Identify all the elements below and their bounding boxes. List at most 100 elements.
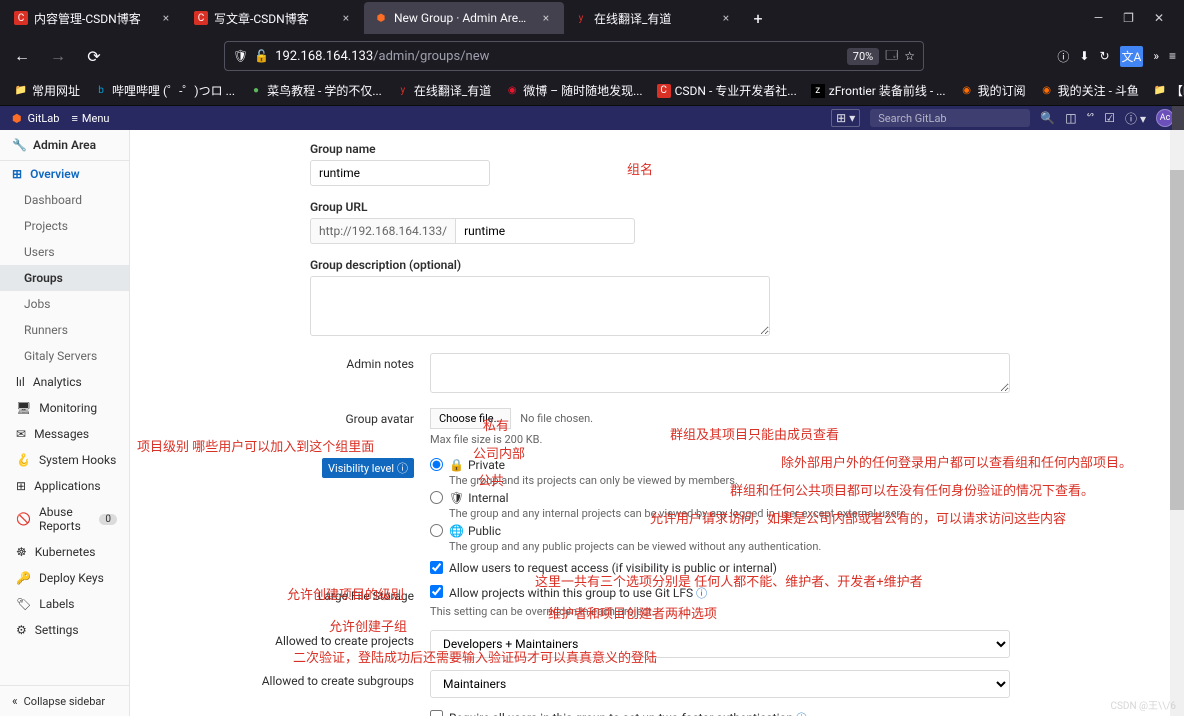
info-icon[interactable]: ⓘ (796, 712, 807, 716)
annotation: 组名 (627, 159, 653, 178)
annotation: 公司内部 (473, 443, 525, 462)
new-tab-button[interactable]: + (744, 4, 772, 32)
group-url-input[interactable] (455, 218, 635, 244)
search-input[interactable] (870, 109, 1030, 127)
sidebar-kubernetes[interactable]: ☸Kubernetes (0, 539, 129, 565)
message-icon: ✉ (16, 427, 26, 441)
sidebar-settings[interactable]: ⚙Settings (0, 617, 129, 643)
site-icon: y (396, 84, 410, 98)
bookmark-subscribe[interactable]: ◉我的订阅 (954, 78, 1032, 103)
visibility-private-radio[interactable] (430, 458, 443, 471)
annotation: 允许创建子组 (329, 616, 407, 635)
scrollbar-thumb[interactable] (1170, 170, 1184, 510)
translate-icon[interactable]: 🗔 (885, 46, 898, 67)
annotation: 允许用户请求访问，如果是公司内部或者公有的，可以请求访问这些内容 (650, 508, 1066, 527)
sidebar-applications[interactable]: ⊞Applications (0, 473, 129, 499)
sidebar-overview[interactable]: ⊞ Overview (0, 161, 129, 187)
help-icon[interactable]: ⓘ ▾ (1125, 110, 1146, 127)
search-icon[interactable]: 🔍 (1040, 111, 1055, 125)
scrollbar[interactable] (1170, 130, 1184, 716)
sidebar-gitaly[interactable]: Gitaly Servers (0, 343, 129, 369)
tab-youdao[interactable]: y 在线翻译_有道 × (564, 2, 744, 34)
toolbar-icons: ⓘ ⬇ ↻ 文A » ≡ (1057, 46, 1176, 67)
admin-notes-input[interactable] (430, 353, 1010, 393)
todo-icon[interactable]: ☑ (1104, 111, 1115, 125)
close-icon[interactable]: × (718, 10, 734, 26)
sidebar-labels[interactable]: 🏷Labels (0, 591, 129, 617)
tab-csdn-content[interactable]: C 内容管理-CSDN博客 × (4, 2, 184, 34)
tab-csdn-write[interactable]: C 写文章-CSDN博客 × (184, 2, 364, 34)
bookmark-runoob[interactable]: ●菜鸟教程 - 学的不仅... (243, 78, 388, 103)
twofa-checkbox[interactable] (430, 710, 443, 716)
translate-ext-icon[interactable]: 文A (1120, 46, 1144, 67)
public-desc: The group and any public projects can be… (449, 540, 1030, 553)
sidebar-jobs[interactable]: Jobs (0, 291, 129, 317)
lfs-desc: This setting can be overridden in each p… (430, 605, 1030, 618)
shield-icon[interactable]: 🛡 (233, 49, 248, 63)
collapse-sidebar[interactable]: « Collapse sidebar (0, 685, 129, 716)
visibility-internal-radio[interactable] (430, 491, 443, 504)
site-icon: ● (249, 84, 263, 98)
menu-icon[interactable]: ≡ (1169, 49, 1176, 63)
info-icon[interactable]: ⓘ (397, 460, 408, 476)
back-button[interactable]: ← (8, 42, 36, 70)
lock-icon[interactable]: 🔓 (254, 49, 269, 63)
zoom-level[interactable]: 70% (847, 48, 879, 65)
mini-scrollbar[interactable] (1172, 106, 1184, 130)
overflow-icon[interactable]: » (1153, 49, 1159, 63)
bookmark-star-icon[interactable]: ☆ (904, 49, 915, 63)
close-icon[interactable]: × (158, 10, 174, 26)
group-name-input[interactable] (310, 160, 490, 186)
annotation: 维护者和项目创建者两种选项 (548, 603, 717, 622)
address-bar: ← → ⟳ 🛡 🔓 192.168.164.133/admin/groups/n… (0, 36, 1184, 76)
bookmark-douyu[interactable]: ◉我的关注 - 斗鱼 (1034, 78, 1145, 103)
merge-icon[interactable]: ᔥ (1087, 111, 1095, 125)
group-desc-input[interactable] (310, 276, 770, 336)
gitlab-logo[interactable]: ⬢ GitLab (12, 112, 59, 125)
sidebar-messages[interactable]: ✉Messages (0, 421, 129, 447)
history-icon[interactable]: ↻ (1099, 49, 1109, 63)
abuse-icon: 🚫 (16, 512, 31, 526)
forward-button[interactable]: → (44, 42, 72, 70)
bookmark-youdao[interactable]: y在线翻译_有道 (390, 78, 497, 103)
url-prefix: http://192.168.164.133/ (310, 218, 455, 244)
lfs-checkbox[interactable] (430, 585, 443, 598)
sidebar-hooks[interactable]: 🪝System Hooks (0, 447, 129, 473)
bookmark-csdn[interactable]: CCSDN - 专业开发者社... (651, 78, 803, 103)
sidebar-runners[interactable]: Runners (0, 317, 129, 343)
close-window-button[interactable]: ✕ (1154, 11, 1164, 25)
sidebar-deploy-keys[interactable]: 🔑Deploy Keys (0, 565, 129, 591)
gitlab-menu[interactable]: ≡ Menu (71, 112, 109, 125)
watermark: CSDN @王\\/6 (1110, 697, 1176, 712)
sidebar-analytics[interactable]: lılAnalytics (0, 369, 129, 395)
extension-icon[interactable]: ⬇ (1079, 49, 1089, 63)
reload-button[interactable]: ⟳ (80, 42, 108, 70)
visibility-public-radio[interactable] (430, 524, 443, 537)
sidebar-monitoring[interactable]: 🖥Monitoring (0, 395, 129, 421)
info-icon[interactable]: ⓘ (1057, 48, 1069, 65)
allowed-subgroups-select[interactable]: Maintainers (430, 670, 1010, 698)
bookmark-linux[interactable]: 📁【Linux三剑客】下架... (1147, 78, 1184, 103)
sidebar-abuse[interactable]: 🚫Abuse Reports0 (0, 499, 129, 539)
allow-request-checkbox[interactable] (430, 561, 443, 574)
sidebar-admin-area[interactable]: 🔧 Admin Area (0, 130, 129, 161)
close-icon[interactable]: × (538, 10, 554, 26)
minimize-button[interactable]: — (1094, 11, 1103, 25)
bookmark-bilibili[interactable]: b哔哩哔哩 (゜-゜)つロ ... (88, 78, 241, 103)
tab-gitlab-active[interactable]: ⬢ New Group · Admin Area · Gi × (364, 2, 564, 34)
close-icon[interactable]: × (338, 10, 354, 26)
bookmarks-bar: 📁常用网址 b哔哩哔哩 (゜-゜)つロ ... ●菜鸟教程 - 学的不仅... … (0, 76, 1184, 106)
sidebar-projects[interactable]: Projects (0, 213, 129, 239)
maximize-button[interactable]: ❐ (1123, 11, 1134, 25)
sidebar-dashboard[interactable]: Dashboard (0, 187, 129, 213)
bookmark-weibo[interactable]: ◉微博 – 随时随地发现... (499, 78, 648, 103)
annotation: 群组及其项目只能由成员查看 (670, 424, 839, 443)
url-bar[interactable]: 🛡 🔓 192.168.164.133/admin/groups/new 70%… (224, 41, 924, 71)
issues-icon[interactable]: ◫ (1065, 111, 1076, 125)
sidebar-groups[interactable]: Groups (0, 265, 129, 291)
bookmark-common[interactable]: 📁常用网址 (8, 78, 86, 103)
plus-icon[interactable]: ⊞ ▾ (831, 109, 860, 127)
sidebar-users[interactable]: Users (0, 239, 129, 265)
allowed-subgroups-label: Allowed to create subgroups (150, 670, 430, 698)
bookmark-zfrontier[interactable]: zzFrontier 装备前线 - ... (805, 78, 952, 103)
